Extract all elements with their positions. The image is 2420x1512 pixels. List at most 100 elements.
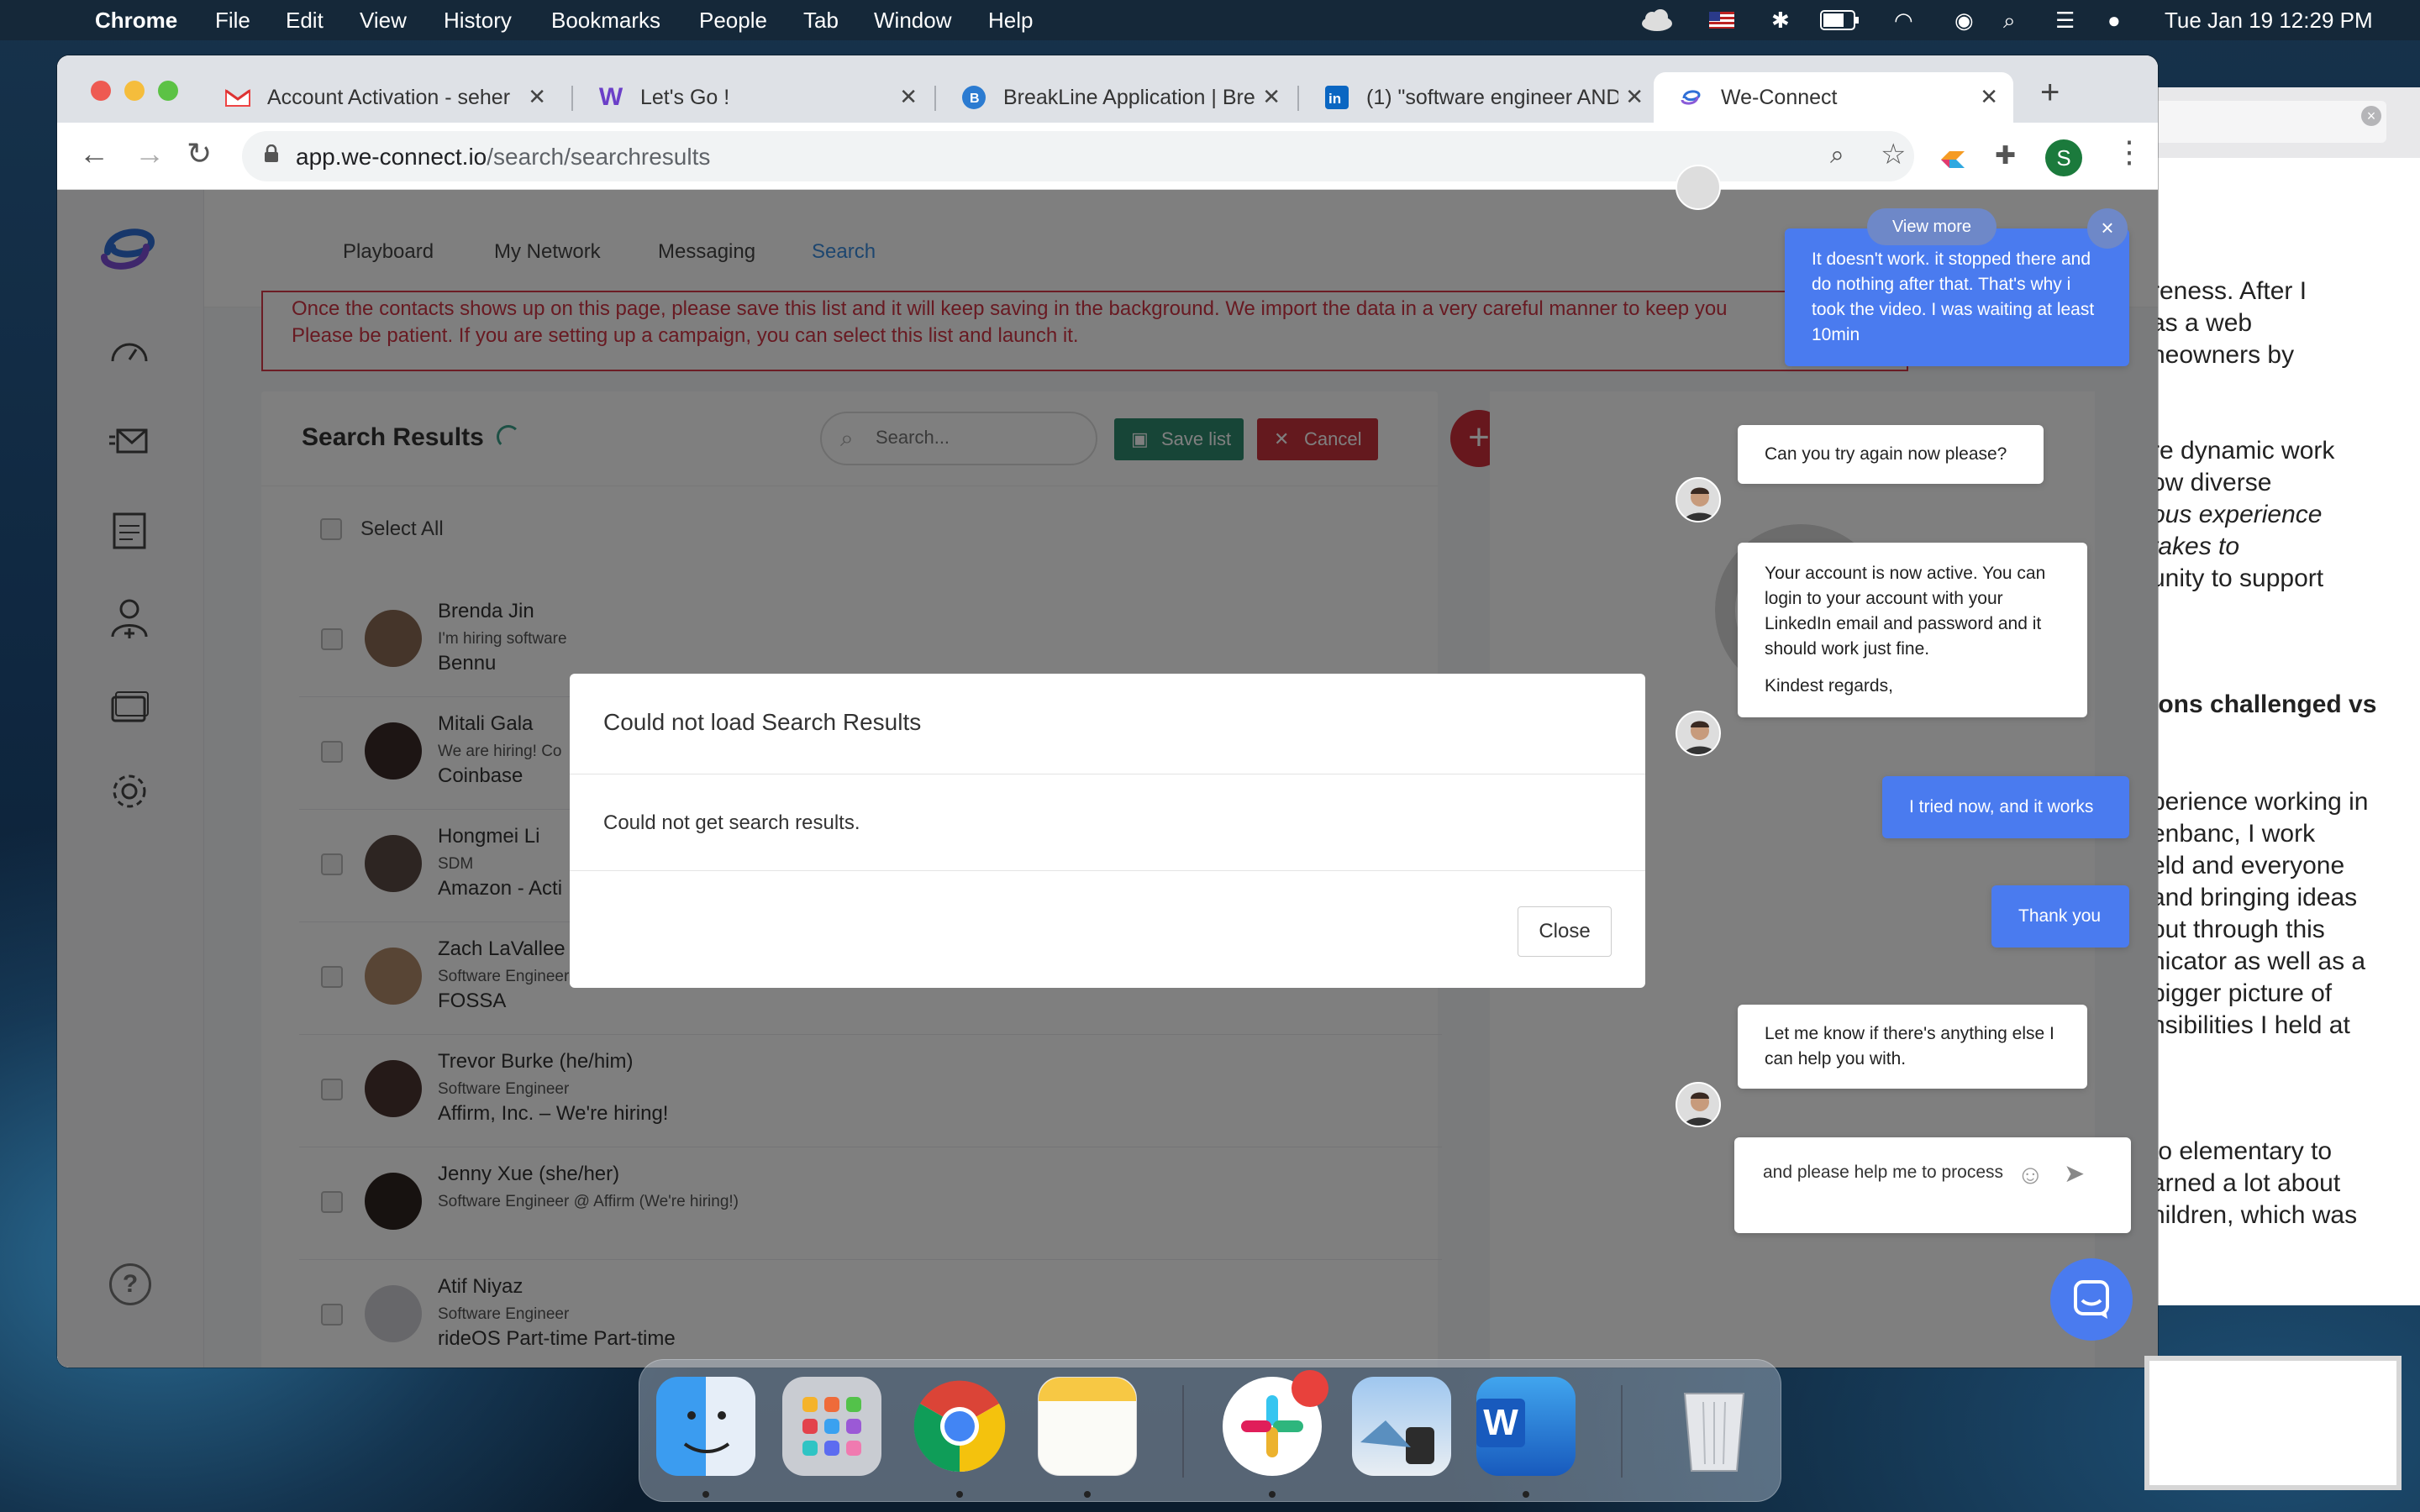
word-icon[interactable]: W (1476, 1377, 1576, 1476)
menu-edit[interactable]: Edit (286, 8, 324, 34)
modal-close-button[interactable]: Close (1518, 906, 1612, 957)
minimize-window-button[interactable] (124, 81, 145, 101)
emoji-icon[interactable]: ☺ (2017, 1159, 2044, 1190)
battery-icon[interactable] (1820, 10, 1860, 30)
menu-bookmarks[interactable]: Bookmarks (551, 8, 660, 34)
view-more-button[interactable]: View more (1867, 208, 1996, 245)
tab-title: (1) "software engineer AND (1366, 85, 1618, 109)
document-line: arned a lot about (2151, 1169, 2341, 1197)
chrome-icon[interactable] (910, 1377, 1009, 1476)
app-menu-name[interactable]: Chrome (95, 8, 177, 34)
tab-gmail[interactable]: Account Activation - seher ✕ (200, 72, 561, 123)
chat-launcher-button[interactable] (2050, 1258, 2133, 1341)
chat-bubble-icon (2074, 1280, 2109, 1319)
address-bar[interactable]: app.we-connect.io/search/searchresults ⌕… (242, 131, 1914, 181)
tab-breakline[interactable]: B BreakLine Application | Bre ✕ (936, 72, 1296, 123)
reload-icon[interactable]: ↻ (187, 136, 212, 171)
url-text: app.we-connect.io/search/searchresults (296, 144, 711, 170)
chat-composer[interactable]: and please help me to process ☺ ➤ (1734, 1137, 2131, 1233)
menu-people[interactable]: People (699, 8, 767, 34)
control-center-icon[interactable]: ☰ (2055, 8, 2075, 34)
close-tab-icon[interactable]: ✕ (528, 84, 546, 110)
trash-icon[interactable] (1665, 1377, 1764, 1476)
close-window-button[interactable] (91, 81, 111, 101)
document-line: bigger picture of (2151, 979, 2333, 1007)
document-line: and bringing ideas (2151, 884, 2358, 911)
forward-icon[interactable]: → (134, 136, 165, 171)
weconnect-icon (1679, 85, 1704, 110)
notes-icon[interactable] (1038, 1377, 1137, 1476)
bluetooth-icon[interactable]: ✱ (1771, 8, 1790, 34)
extension-colorful-icon[interactable] (1939, 146, 1968, 171)
send-icon[interactable]: ➤ (2064, 1159, 2085, 1189)
w-logo-icon: W (598, 83, 623, 111)
tab-lets-go[interactable]: W Let's Go ! ✕ (573, 72, 933, 123)
menu-history[interactable]: History (444, 8, 512, 34)
document-line: ow diverse (2151, 469, 2272, 496)
document-line: re dynamic work (2151, 437, 2335, 465)
menu-window[interactable]: Window (874, 8, 951, 34)
bookmark-star-icon[interactable]: ☆ (1881, 138, 1906, 171)
close-tab-icon[interactable]: ✕ (899, 84, 918, 110)
zoom-icon[interactable]: ⌕ (1830, 141, 1844, 170)
chat-close-button[interactable]: × (2087, 208, 2128, 249)
error-modal: Could not load Search Results Could not … (570, 674, 1645, 988)
screenshot-thumbnail[interactable] (2144, 1356, 2402, 1490)
document-line: unity to support (2151, 564, 2324, 592)
menubar-clock[interactable]: Tue Jan 19 12:29 PM (2165, 8, 2373, 34)
new-tab-button[interactable]: + (2040, 74, 2060, 112)
macos-dock: W (639, 1359, 1781, 1502)
document-line: out through this (2151, 916, 2325, 943)
siri-icon[interactable]: ● (2107, 8, 2121, 34)
tab-title: Account Activation - seher (267, 85, 511, 109)
chat-message-agent: Your account is now active. You can logi… (1738, 543, 2087, 717)
chat-message-agent: Let me know if there's anything else I c… (1738, 1005, 2087, 1089)
linkedin-icon: in (1324, 85, 1349, 110)
menu-file[interactable]: File (215, 8, 250, 34)
document-line: eld and everyone (2151, 852, 2345, 879)
launchpad-icon[interactable] (782, 1377, 881, 1476)
user-account-icon[interactable]: ◉ (1954, 8, 1974, 34)
cloud-icon[interactable] (1639, 8, 1674, 32)
profile-avatar[interactable]: S (2045, 139, 2082, 176)
menu-help[interactable]: Help (988, 8, 1033, 34)
agent-avatar (1676, 711, 1721, 756)
back-icon[interactable]: ← (79, 136, 109, 171)
lock-icon (265, 144, 278, 162)
chat-message-user: I tried now, and it works (1882, 776, 2129, 838)
document-line: neowners by (2151, 341, 2295, 369)
preview-icon[interactable] (1352, 1377, 1451, 1476)
extensions-puzzle-icon[interactable]: ✚ (1995, 141, 2016, 171)
document-line: reness. After I (2151, 277, 2307, 305)
svg-text:in: in (1328, 91, 1341, 107)
spotlight-icon[interactable]: ⌕ (2003, 8, 2016, 34)
chat-draft-input[interactable]: and please help me to process (1763, 1161, 2015, 1184)
tab-strip: Account Activation - seher ✕ W Let's Go … (57, 55, 2158, 123)
chat-message-agent: Can you try again now please? (1738, 425, 2044, 484)
tab-we-connect[interactable]: We-Connect ✕ (1654, 72, 2013, 123)
document-line: takes to (2151, 533, 2240, 560)
flag-us-icon[interactable] (1709, 12, 1734, 29)
finder-icon[interactable] (656, 1377, 755, 1476)
address-toolbar: ← → ↻ app.we-connect.io/search/searchres… (57, 123, 2158, 190)
menu-view[interactable]: View (360, 8, 407, 34)
gmail-icon (225, 85, 250, 110)
wifi-icon[interactable]: ◠ (1894, 8, 1913, 34)
chat-message-text: Your account is now active. You can logi… (1765, 564, 2046, 659)
document-line: nicator as well as a (2151, 948, 2366, 975)
close-tab-icon[interactable]: ✕ (1980, 84, 1998, 110)
document-line: as a web (2151, 309, 2253, 337)
clear-search-icon[interactable]: × (2361, 106, 2381, 126)
document-line: hildren, which was (2151, 1201, 2358, 1229)
chat-message-user: Thank you (1991, 885, 2129, 948)
breakline-icon: B (961, 85, 986, 110)
tab-linkedin[interactable]: in (1) "software engineer AND ✕ (1299, 72, 1659, 123)
close-tab-icon[interactable]: ✕ (1625, 84, 1644, 110)
modal-header: Could not load Search Results (570, 674, 1645, 774)
document-line: perience working in (2151, 788, 2369, 816)
menu-tab[interactable]: Tab (803, 8, 839, 34)
notification-badge (1292, 1370, 1328, 1407)
zoom-window-button[interactable] (158, 81, 178, 101)
close-tab-icon[interactable]: ✕ (1262, 84, 1281, 110)
chrome-menu-icon[interactable]: ⋮ (2114, 134, 2144, 170)
